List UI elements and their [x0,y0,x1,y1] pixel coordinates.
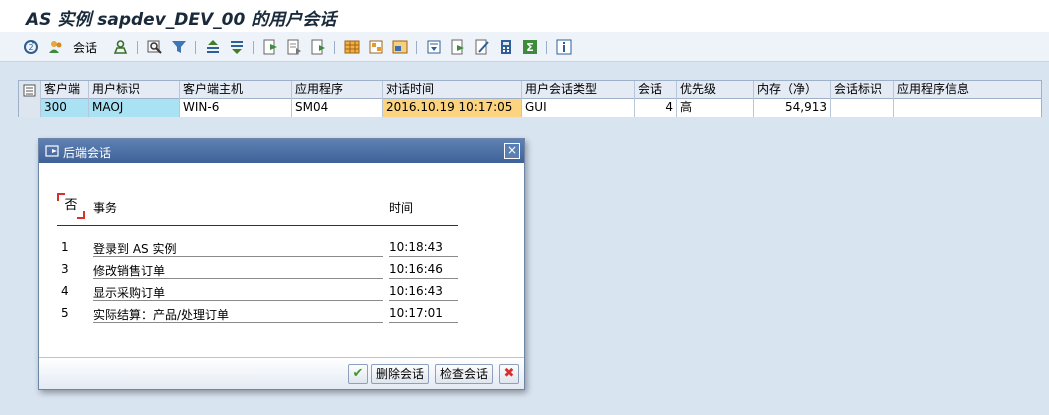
col-type[interactable]: 用户会话类型 [522,81,635,99]
list-item[interactable]: 3 修改销售订单 10:16:46 [57,259,458,281]
list-item[interactable]: 4 显示采购订单 10:16:43 [57,281,458,303]
window-title: AS 实例 sapdev_DEV_00 的用户会话 [26,10,337,30]
row-selector[interactable] [19,99,41,117]
delete-session-button[interactable]: 删除会话 [371,364,430,384]
row-time: 10:16:43 [389,284,458,301]
save-layout-icon[interactable] [392,39,408,55]
confirm-button[interactable]: ✔ [348,364,368,384]
sessions-button[interactable]: 会话 [73,39,97,55]
edit-icon[interactable] [474,39,490,55]
window-icon [45,144,59,161]
col-priority[interactable]: 优先级 [677,81,754,99]
col-header-time: 时间 [389,201,414,215]
cell-memory[interactable]: 54,913 [754,99,831,117]
sum-icon[interactable]: Σ [522,39,538,55]
col-app[interactable]: 应用程序 [292,81,383,99]
svg-text:Σ: Σ [526,41,534,54]
toolbar-separator [195,41,196,54]
details-icon[interactable] [450,39,466,55]
check-session-button[interactable]: 检查会话 [435,364,494,384]
cell-time[interactable]: 2016.10.19 10:17:05 [383,99,522,117]
col-host[interactable]: 客户端主机 [180,81,292,99]
cell-priority[interactable]: 高 [677,99,754,117]
cell-sessions[interactable]: 4 [635,99,677,117]
toolbar-separator [546,41,547,54]
col-header-no: 否 [57,193,85,219]
row-transaction: 实际结算：产品/处理订单 [93,306,383,323]
sessions-label: 会话 [73,40,98,55]
cell-type[interactable]: GUI [522,99,635,117]
row-time: 10:16:46 [389,262,458,279]
export-icon[interactable] [262,39,278,55]
row-number: 5 [61,306,69,320]
dialog-footer: ✔ 删除会话 检查会话 ✖ [39,357,524,389]
sort-descending-icon[interactable] [229,39,245,55]
toolbar-separator [334,41,335,54]
close-icon[interactable]: × [504,143,520,159]
col-client[interactable]: 客户端 [41,81,89,99]
cell-session-id[interactable] [831,99,894,117]
user-icon[interactable] [113,39,128,55]
header-divider [57,225,458,226]
backend-sessions-dialog: 后端会话 × 否 事务 时间 1 登录到 AS 实例 10:18:43 3 修改… [38,138,525,390]
title-bar: AS 实例 sapdev_DEV_00 的用户会话 [0,0,1049,32]
table-header: 客户端 用户标识 客户端主机 应用程序 对话时间 用户会话类型 会话 优先级 内… [19,81,1041,99]
col-time[interactable]: 对话时间 [383,81,522,99]
toolbar-separator [416,41,417,54]
col-app-info[interactable]: 应用程序信息 [894,81,1041,99]
search-icon[interactable] [147,39,163,55]
list-item[interactable]: 5 实际结算：产品/处理订单 10:17:01 [57,303,458,325]
cell-client[interactable]: 300 [41,99,89,117]
cancel-button[interactable]: ✖ [499,364,519,384]
cell-app[interactable]: SM04 [292,99,383,117]
row-transaction: 登录到 AS 实例 [93,240,383,257]
select-all-icon[interactable] [19,81,41,99]
svg-text:2: 2 [28,43,33,52]
dialog-header: 后端会话 × [39,139,524,163]
graphic-icon[interactable] [426,39,442,55]
col-sessions[interactable]: 会话 [635,81,677,99]
col-header-transaction: 事务 [93,201,118,215]
list-item[interactable]: 1 登录到 AS 实例 10:18:43 [57,237,458,259]
send-icon[interactable] [310,39,326,55]
cell-user[interactable]: MAOJ [89,99,180,117]
refresh-icon[interactable]: 2 [23,39,39,55]
dialog-title: 后端会话 [63,146,112,160]
cell-app-info[interactable] [894,99,1041,117]
row-time: 10:18:43 [389,240,458,257]
dialog-body: 否 事务 时间 1 登录到 AS 实例 10:18:43 3 修改销售订单 10… [39,163,524,389]
row-number: 1 [61,240,69,254]
calculator-icon[interactable] [498,39,514,55]
row-number: 4 [61,284,69,298]
toolbar-separator [253,41,254,54]
table-row[interactable]: 300 MAOJ WIN-6 SM04 2016.10.19 10:17:05 … [19,99,1041,117]
filter-icon[interactable] [171,39,187,55]
toolbar-separator [137,41,138,54]
sort-ascending-icon[interactable] [205,39,221,55]
user-sessions-table: 客户端 用户标识 客户端主机 应用程序 对话时间 用户会话类型 会话 优先级 内… [18,80,1042,117]
select-layout-icon[interactable] [368,39,384,55]
info-icon[interactable] [556,39,572,55]
cell-host[interactable]: WIN-6 [180,99,292,117]
row-time: 10:17:01 [389,306,458,323]
row-number: 3 [61,262,69,276]
col-memory[interactable]: 内存（净） [754,81,831,99]
row-transaction: 修改销售订单 [93,262,383,279]
toolbar: 2 会话 Σ [0,32,1049,62]
row-transaction: 显示采购订单 [93,284,383,301]
print-preview-icon[interactable] [286,39,302,55]
col-user[interactable]: 用户标识 [89,81,180,99]
col-session-id[interactable]: 会话标识 [831,81,894,99]
user-group-icon[interactable] [47,39,64,55]
layout-icon[interactable] [344,39,360,55]
